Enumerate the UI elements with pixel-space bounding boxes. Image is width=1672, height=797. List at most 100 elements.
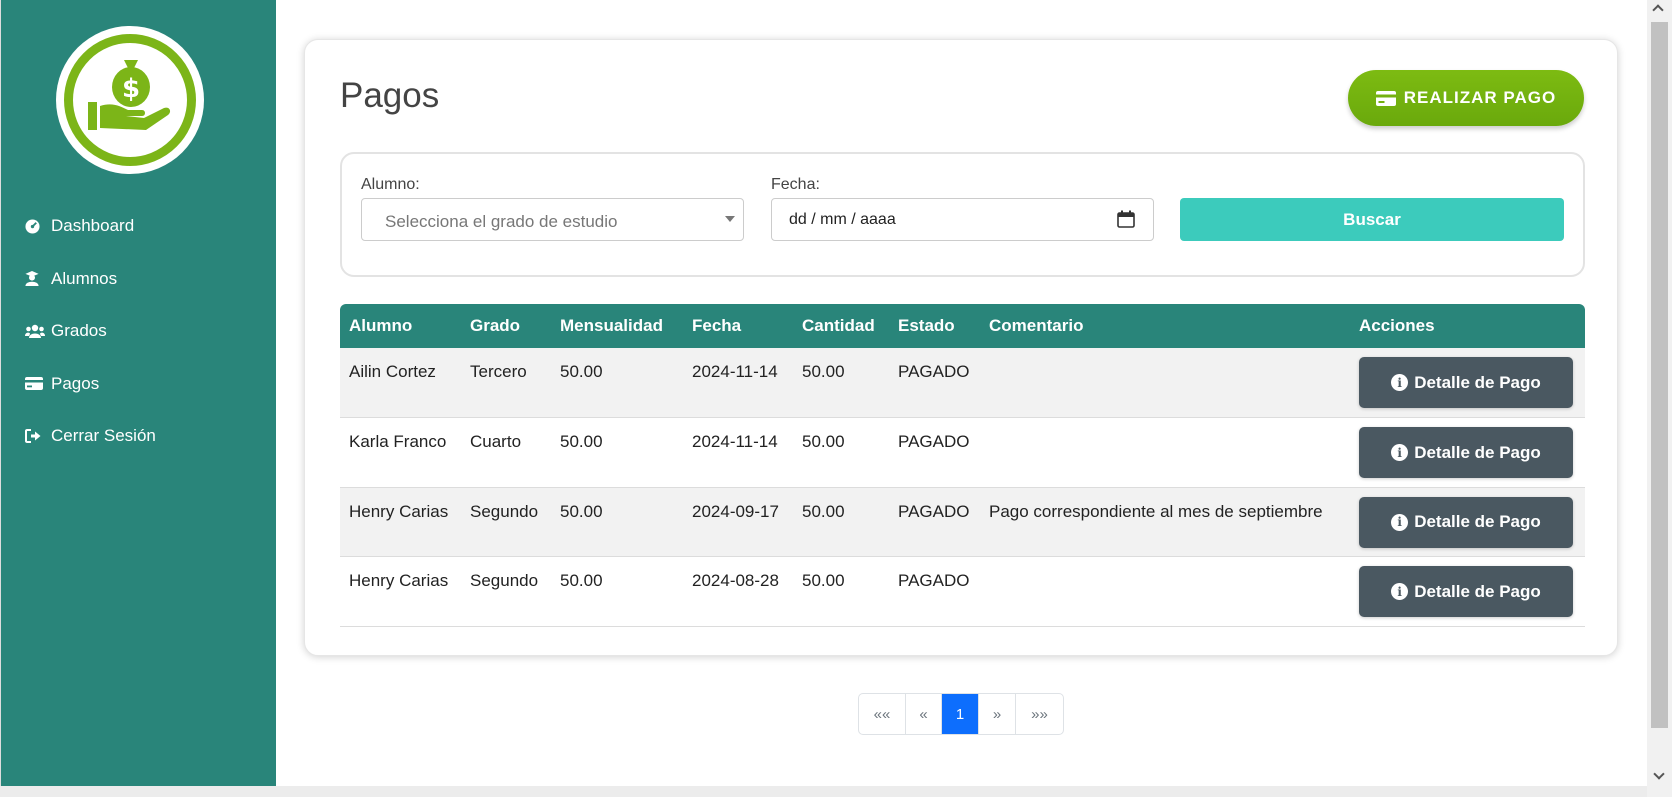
cell-alumno: Henry Carias [349, 571, 449, 590]
cell-acciones: i Detalle de Pago [1350, 348, 1585, 418]
pagination: «« « 1 » »» [858, 693, 1064, 735]
table-row: Henry Carias Segundo 50.00 2024-09-17 50… [340, 487, 1585, 557]
page-prev-button[interactable]: « [906, 694, 942, 734]
table-row: Ailin Cortez Tercero 50.00 2024-11-14 50… [340, 348, 1585, 418]
cell-acciones: i Detalle de Pago [1350, 487, 1585, 557]
date-input-value: dd / mm / aaaa [789, 211, 896, 228]
credit-card-icon [25, 377, 47, 391]
cell-estado: PAGADO [898, 362, 970, 381]
student-select[interactable]: Selecciona el grado de estudio [361, 198, 744, 241]
date-label: Fecha: [771, 176, 820, 193]
student-select-placeholder: Selecciona el grado de estudio [385, 212, 618, 231]
column-header-mensualidad: Mensualidad [560, 316, 663, 335]
cell-acciones: i Detalle de Pago [1350, 418, 1585, 488]
cell-mensualidad: 50.00 [560, 571, 603, 590]
money-bag-hand-icon: $ [88, 60, 171, 130]
cell-cantidad: 50.00 [802, 501, 845, 521]
table-row: Henry Carias Segundo 50.00 2024-08-28 50… [340, 557, 1585, 627]
cell-fecha: 2024-11-14 [692, 362, 778, 381]
vertical-scrollbar[interactable] [1647, 0, 1672, 797]
page-title: Pagos [340, 76, 440, 115]
column-header-cantidad: Cantidad [802, 316, 875, 335]
cell-cantidad: 50.00 [802, 362, 845, 381]
cell-mensualidad: 50.00 [560, 362, 603, 381]
payments-table: Alumno Grado Mensualidad Fecha Cantidad … [340, 304, 1585, 627]
users-icon [25, 324, 47, 339]
info-icon: i [1391, 444, 1409, 461]
app-window: $ Dashboard Alumnos Grados Pagos Cerrar … [0, 0, 1647, 786]
page-first-button[interactable]: «« [859, 694, 906, 734]
payment-detail-label: Detalle de Pago [1414, 512, 1541, 531]
scrollbar-thumb[interactable] [1651, 22, 1668, 728]
cell-acciones: i Detalle de Pago [1350, 557, 1585, 627]
payment-detail-button[interactable]: i Detalle de Pago [1359, 496, 1573, 548]
sidebar-item-dashboard[interactable]: Dashboard [1, 200, 277, 253]
sidebar-item-label: Cerrar Sesión [51, 426, 156, 446]
page-next-button[interactable]: » [979, 694, 1016, 734]
column-header-alumno: Alumno [349, 316, 413, 335]
make-payment-button[interactable]: REALIZAR PAGO [1348, 70, 1584, 126]
student-label: Alumno: [361, 176, 420, 193]
cell-grado: Segundo [470, 571, 539, 590]
sidebar-item-label: Pagos [51, 373, 100, 393]
column-header-comentario: Comentario [989, 316, 1084, 335]
cell-mensualidad: 50.00 [560, 432, 603, 451]
payment-detail-label: Detalle de Pago [1414, 442, 1541, 462]
payment-detail-button[interactable]: i Detalle de Pago [1359, 357, 1573, 408]
cell-alumno: Ailin Cortez [349, 362, 436, 381]
credit-card-icon [1375, 90, 1396, 106]
sidebar-item-grados[interactable]: Grados [1, 305, 277, 358]
cell-estado: PAGADO [898, 432, 970, 451]
cell-cantidad: 50.00 [802, 432, 845, 451]
sidebar-nav: Dashboard Alumnos Grados Pagos Cerrar Se… [1, 200, 277, 463]
svg-text:$: $ [122, 74, 140, 104]
payment-detail-label: Detalle de Pago [1414, 581, 1541, 601]
cell-alumno: Karla Franco [349, 432, 447, 451]
cell-mensualidad: 50.00 [560, 501, 603, 521]
payment-detail-button[interactable]: i Detalle de Pago [1359, 427, 1573, 478]
sign-out-icon [25, 429, 47, 444]
page-last-button[interactable]: »» [1016, 694, 1063, 734]
cell-alumno: Henry Carias [349, 501, 449, 521]
cell-comentario: Pago correspondiente al mes de septiembr… [989, 501, 1323, 521]
column-header-fecha: Fecha [692, 316, 742, 335]
horizontal-scrollbar[interactable] [0, 786, 1647, 797]
cell-comentario [980, 557, 1350, 627]
info-icon: i [1391, 583, 1409, 600]
cell-grado: Tercero [470, 362, 527, 381]
payment-detail-label: Detalle de Pago [1414, 372, 1541, 392]
cell-fecha: 2024-11-14 [692, 432, 778, 451]
info-icon: i [1391, 513, 1409, 531]
sidebar-item-label: Alumnos [51, 268, 118, 288]
table-row: Karla Franco Cuarto 50.00 2024-11-14 50.… [340, 418, 1585, 488]
cell-comentario [980, 348, 1350, 418]
sidebar-item-label: Dashboard [51, 216, 135, 236]
column-header-grado: Grado [470, 316, 521, 335]
page-1-button[interactable]: 1 [942, 694, 979, 734]
payments-card: Pagos REALIZAR PAGO Alumno: Selecciona e… [304, 39, 1618, 656]
search-button[interactable]: Buscar [1180, 198, 1564, 241]
sidebar-item-alumnos[interactable]: Alumnos [1, 253, 277, 306]
scroll-down-icon[interactable] [1653, 768, 1665, 780]
app-logo: $ [56, 26, 204, 174]
sidebar-item-cerrar-sesion[interactable]: Cerrar Sesión [1, 410, 277, 463]
student-icon [25, 271, 47, 287]
cell-fecha: 2024-09-17 [692, 501, 779, 521]
cell-cantidad: 50.00 [802, 571, 845, 590]
filter-panel: Alumno: Selecciona el grado de estudio F… [340, 152, 1585, 277]
make-payment-label: REALIZAR PAGO [1403, 88, 1557, 107]
chevron-down-icon [725, 216, 735, 222]
cell-grado: Segundo [470, 501, 539, 521]
cell-estado: PAGADO [898, 571, 970, 590]
date-input[interactable]: dd / mm / aaaa [771, 198, 1154, 241]
cell-grado: Cuarto [470, 432, 522, 451]
sidebar: $ Dashboard Alumnos Grados Pagos Cerrar … [0, 0, 276, 786]
column-header-acciones: Acciones [1359, 316, 1435, 335]
table-header-row: Alumno Grado Mensualidad Fecha Cantidad … [340, 304, 1585, 348]
sidebar-item-pagos[interactable]: Pagos [1, 358, 277, 411]
cell-comentario [980, 418, 1350, 488]
cell-estado: PAGADO [898, 501, 970, 521]
payment-detail-button[interactable]: i Detalle de Pago [1359, 566, 1573, 617]
calendar-icon[interactable] [1117, 210, 1135, 233]
scroll-up-icon[interactable] [1652, 4, 1664, 16]
